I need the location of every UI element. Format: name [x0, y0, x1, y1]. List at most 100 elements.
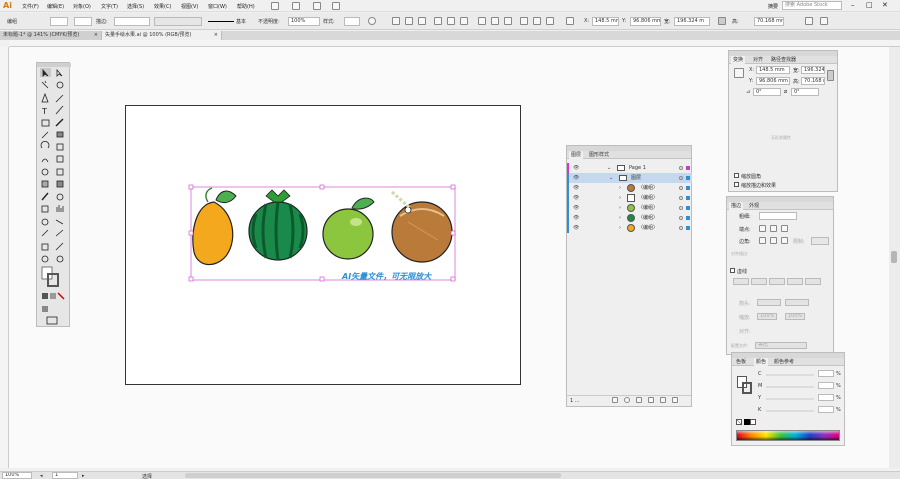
- butt-cap-icon[interactable]: [759, 225, 766, 232]
- tab-close-icon[interactable]: ×: [94, 31, 98, 40]
- arrow-start-select[interactable]: [757, 299, 781, 306]
- channel-y-field[interactable]: [818, 394, 834, 401]
- menu-file[interactable]: 文件(F): [22, 3, 39, 10]
- reference-point-icon[interactable]: [734, 68, 744, 78]
- selection-indicator[interactable]: [686, 176, 690, 180]
- tab-stroke[interactable]: 描边: [729, 202, 744, 210]
- menu-help[interactable]: 帮助(H): [237, 3, 255, 10]
- tab-graphic-styles[interactable]: 图形样式: [587, 151, 611, 159]
- width-field[interactable]: 196.324 m: [674, 17, 710, 26]
- align-left-icon[interactable]: [392, 17, 400, 25]
- tab-close-icon[interactable]: ×: [214, 31, 218, 40]
- link-proportions-icon[interactable]: [827, 70, 834, 81]
- minimize-icon[interactable]: –: [851, 1, 855, 9]
- layer-row-group[interactable]: 👁 › 〈编组〉: [567, 193, 692, 203]
- stock-search-input[interactable]: 搜索 Adobe Stock: [782, 1, 842, 10]
- close-window-icon[interactable]: ✕: [882, 1, 888, 9]
- distribute-left-icon[interactable]: [520, 17, 528, 25]
- channel-m-slider[interactable]: [766, 386, 814, 388]
- delete-layer-icon[interactable]: [672, 397, 678, 403]
- dash-field[interactable]: [805, 278, 821, 285]
- style-swatch[interactable]: [344, 17, 360, 26]
- color-spectrum[interactable]: [736, 430, 840, 441]
- stroke-color-swatch[interactable]: [74, 17, 92, 26]
- selection-indicator[interactable]: [686, 186, 690, 190]
- tab-pathfinder[interactable]: 路径查找器: [769, 56, 798, 64]
- tab-layers[interactable]: 图层: [569, 151, 584, 159]
- variable-width-field[interactable]: [154, 17, 202, 26]
- projecting-cap-icon[interactable]: [781, 225, 788, 232]
- distribute-right-icon[interactable]: [546, 17, 554, 25]
- channel-c-slider[interactable]: [766, 374, 814, 376]
- arrow-end-select[interactable]: [785, 299, 809, 306]
- selection-indicator[interactable]: [686, 216, 690, 220]
- layer-row-layer[interactable]: 👁 ⌄ 图层: [567, 173, 692, 183]
- profile-select[interactable]: 等比: [755, 342, 807, 349]
- arrow-scale-end[interactable]: 100%: [785, 313, 805, 320]
- bridge-icon[interactable]: [271, 2, 279, 10]
- grid-icon[interactable]: [313, 2, 321, 10]
- selection-indicator[interactable]: [686, 166, 690, 170]
- menu-select[interactable]: 选择(S): [127, 3, 144, 10]
- x-field[interactable]: 148.5 mm: [592, 17, 619, 26]
- target-icon[interactable]: [679, 226, 683, 230]
- layer-row-group[interactable]: 👁 › 〈编组〉: [567, 213, 692, 223]
- tab-color[interactable]: 颜色: [754, 358, 769, 366]
- stroke-color-preview[interactable]: [742, 382, 752, 394]
- transform-y-field[interactable]: 96.806 mm: [756, 77, 790, 85]
- align-center-icon[interactable]: [405, 17, 413, 25]
- tab-untitled[interactable]: 未标题-1* @ 141% (CMYK/预览) ×: [0, 31, 102, 40]
- arrow-scale-start[interactable]: 100%: [757, 313, 777, 320]
- layer-row-page[interactable]: 👁 ⌄ Page 1: [567, 163, 692, 173]
- align-top-icon[interactable]: [434, 17, 442, 25]
- recolor-icon[interactable]: [368, 17, 376, 25]
- brush-label[interactable]: 基本: [236, 18, 246, 25]
- vertical-scrollbar[interactable]: [889, 47, 900, 468]
- distribute-center-icon[interactable]: [533, 17, 541, 25]
- expand-chevron-icon[interactable]: ›: [619, 213, 621, 223]
- eye-icon[interactable]: 👁: [573, 193, 579, 203]
- horizontal-scrollbar[interactable]: [185, 473, 561, 478]
- horizontal-ruler[interactable]: [9, 40, 900, 47]
- eye-icon[interactable]: 👁: [573, 223, 579, 233]
- gap-field[interactable]: [787, 278, 803, 285]
- eye-icon[interactable]: 👁: [573, 173, 579, 183]
- artboard-number-field[interactable]: 1: [52, 472, 78, 479]
- workspace-switcher[interactable]: 摘要: [768, 3, 778, 10]
- target-icon[interactable]: [679, 186, 683, 190]
- layer-row-group[interactable]: 👁 › 〈编组〉: [567, 183, 692, 193]
- round-join-icon[interactable]: [770, 237, 777, 244]
- target-icon[interactable]: [679, 196, 683, 200]
- target-icon[interactable]: [679, 206, 683, 210]
- export-icon[interactable]: [612, 397, 618, 403]
- shear-field[interactable]: 0°: [791, 88, 819, 96]
- expand-chevron-icon[interactable]: ›: [619, 183, 621, 193]
- limit-field[interactable]: [811, 237, 829, 245]
- selection-indicator[interactable]: [686, 226, 690, 230]
- menu-view[interactable]: 视图(V): [181, 3, 198, 10]
- scale-corners-checkbox[interactable]: [734, 173, 739, 178]
- align-bottom-icon[interactable]: [460, 17, 468, 25]
- target-icon[interactable]: [679, 216, 683, 220]
- dashed-line-checkbox[interactable]: [730, 268, 735, 273]
- scale-strokes-checkbox[interactable]: [734, 182, 739, 187]
- distribute-middle-icon[interactable]: [491, 17, 499, 25]
- layer-row-group[interactable]: 👁 › 〈编组〉: [567, 203, 692, 213]
- channel-k-slider[interactable]: [766, 410, 814, 412]
- next-artboard-icon[interactable]: ▸: [82, 473, 85, 479]
- expand-chevron-icon[interactable]: ›: [619, 203, 621, 213]
- selection-indicator[interactable]: [686, 206, 690, 210]
- fill-color-swatch[interactable]: [50, 17, 68, 26]
- constrain-proportions-icon[interactable]: [718, 17, 726, 25]
- distribute-bottom-icon[interactable]: [504, 17, 512, 25]
- vertical-ruler[interactable]: [0, 47, 9, 468]
- expand-chevron-icon[interactable]: ⌄: [607, 163, 611, 173]
- target-icon[interactable]: [679, 166, 683, 170]
- weight-field[interactable]: [759, 212, 797, 220]
- height-field[interactable]: 70.168 mm: [754, 17, 784, 26]
- tab-color-guide[interactable]: 颜色参考: [772, 358, 796, 366]
- menu-object[interactable]: 对象(O): [73, 3, 91, 10]
- opacity-field[interactable]: 100%: [288, 17, 320, 26]
- rotate-field[interactable]: 0°: [753, 88, 781, 96]
- transform-h-field[interactable]: 70.168 mm: [801, 77, 825, 85]
